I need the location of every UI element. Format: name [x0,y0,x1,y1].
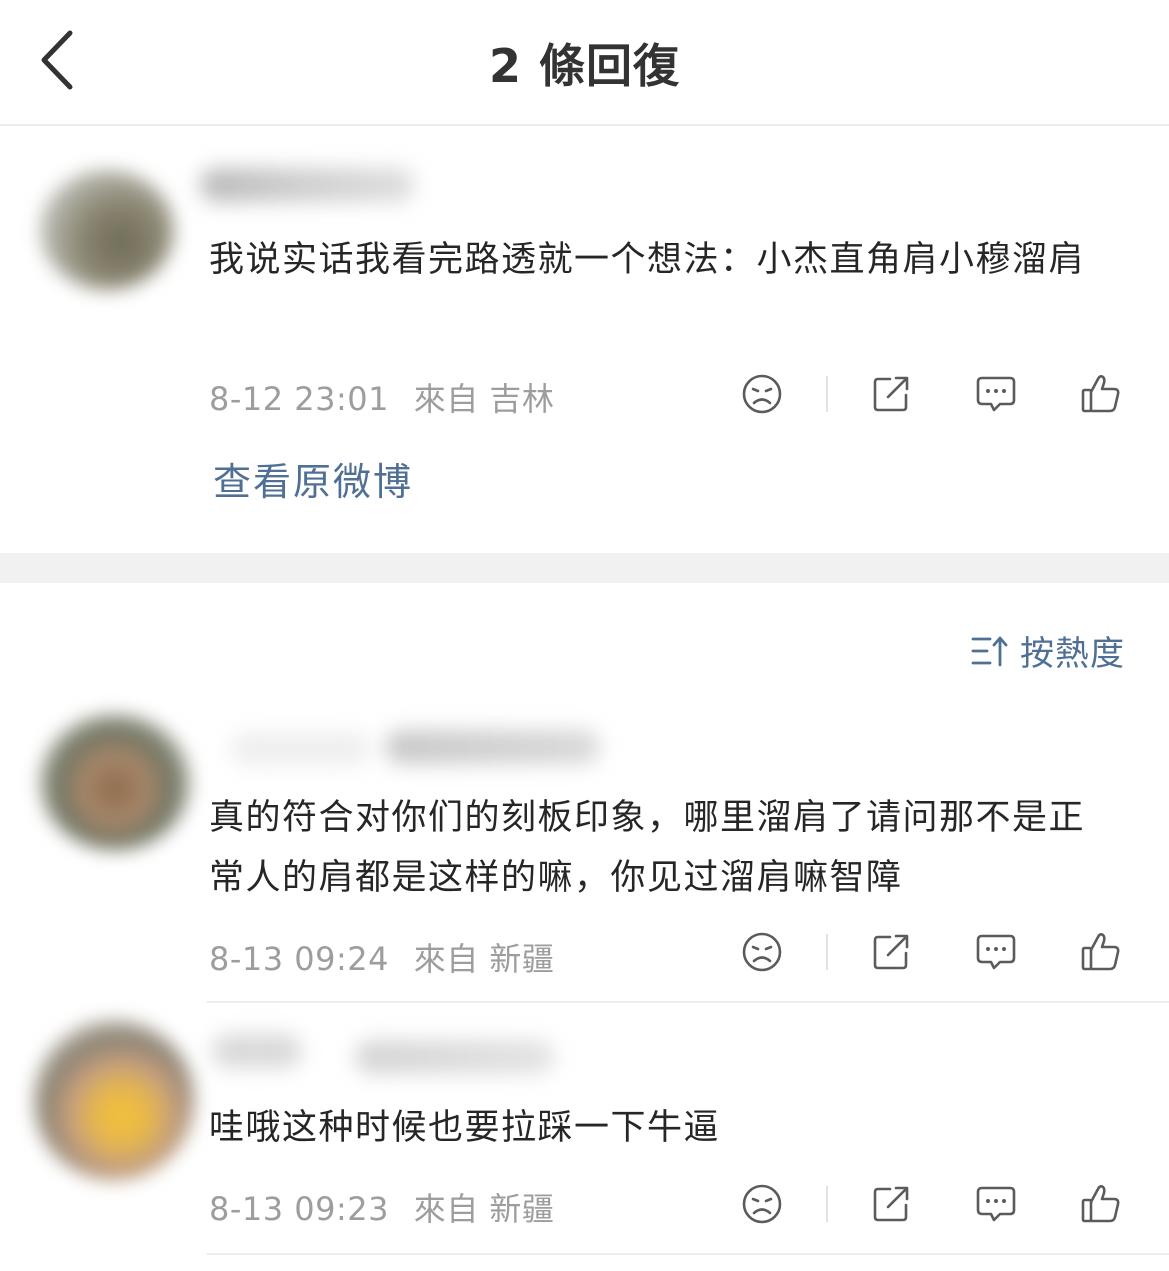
sad-face-icon [742,932,782,972]
action-bar [730,1174,1140,1234]
sort-label: 按熱度 [1020,634,1125,674]
section-divider [0,553,1169,583]
username-blurred[interactable] [355,1040,555,1074]
share-icon [873,934,909,970]
share-button[interactable] [861,1174,921,1234]
username-blurred[interactable] [200,168,415,202]
action-separator [826,376,828,412]
action-separator [826,1186,828,1222]
comment-button[interactable] [966,922,1026,982]
avatar[interactable] [40,170,174,290]
top-bar: 2 條回復 [0,0,1169,126]
reply-location: 來自 新疆 [413,1190,555,1228]
like-button[interactable] [1071,364,1131,424]
page-title: 2 條回復 [488,39,681,93]
action-separator [826,934,828,970]
comment-meta: 8-12 23:01 來自 吉林 [209,374,554,420]
sad-face-icon [742,1184,782,1224]
comment-location: 來自 吉林 [413,380,555,418]
dislike-button[interactable] [732,1174,792,1234]
dislike-button[interactable] [732,922,792,982]
comment-text: 我说实话我看完路透就一个想法：小杰直角肩小穆溜肩 [209,240,1086,280]
sort-icon [971,636,1008,666]
action-bar [730,364,1140,424]
comment-button[interactable] [966,364,1026,424]
comment-bubble-icon [976,376,1016,412]
thumbs-up-icon [1081,375,1120,413]
like-button[interactable] [1071,1174,1131,1234]
reply-text: 真的符合对你们的刻板印象，哪里溜肩了请问那不是正常人的肩都是这样的嘛，你见过溜肩… [209,798,1086,898]
reply-location: 來自 新疆 [413,940,555,978]
comment-bubble-icon [976,1186,1016,1222]
sort-by-hot-button[interactable]: 按熱度 [970,626,1125,675]
reply-time: 8-13 09:24 [209,940,390,978]
username-blurred[interactable] [230,732,370,766]
comment-button[interactable] [966,1174,1026,1234]
username-blurred[interactable] [212,1034,302,1068]
view-original-weibo-link[interactable]: 查看原微博 [213,451,413,506]
sad-face-icon [742,374,782,414]
action-bar [730,922,1140,982]
reply-meta: 8-13 09:24 來自 新疆 [209,934,554,980]
share-button[interactable] [861,922,921,982]
username-blurred[interactable] [385,730,600,764]
reply-text: 哇哦这种时候也要拉踩一下牛逼 [209,1108,721,1148]
share-button[interactable] [861,364,921,424]
reply-time: 8-13 09:23 [209,1190,390,1228]
avatar[interactable] [34,1020,194,1180]
reply-meta: 8-13 09:23 來自 新疆 [209,1184,554,1230]
thumbs-up-icon [1081,933,1120,971]
share-icon [873,1186,909,1222]
row-divider [207,1253,1169,1255]
share-icon [873,376,909,412]
avatar[interactable] [40,714,190,850]
like-button[interactable] [1071,922,1131,982]
comment-time: 8-12 23:01 [209,380,390,418]
thumbs-up-icon [1081,1185,1120,1223]
original-comment: 我说实话我看完路透就一个想法：小杰直角肩小穆溜肩 8-12 23:01 來自 吉… [0,126,1169,553]
row-divider [207,1001,1169,1003]
comment-bubble-icon [976,934,1016,970]
dislike-button[interactable] [732,364,792,424]
